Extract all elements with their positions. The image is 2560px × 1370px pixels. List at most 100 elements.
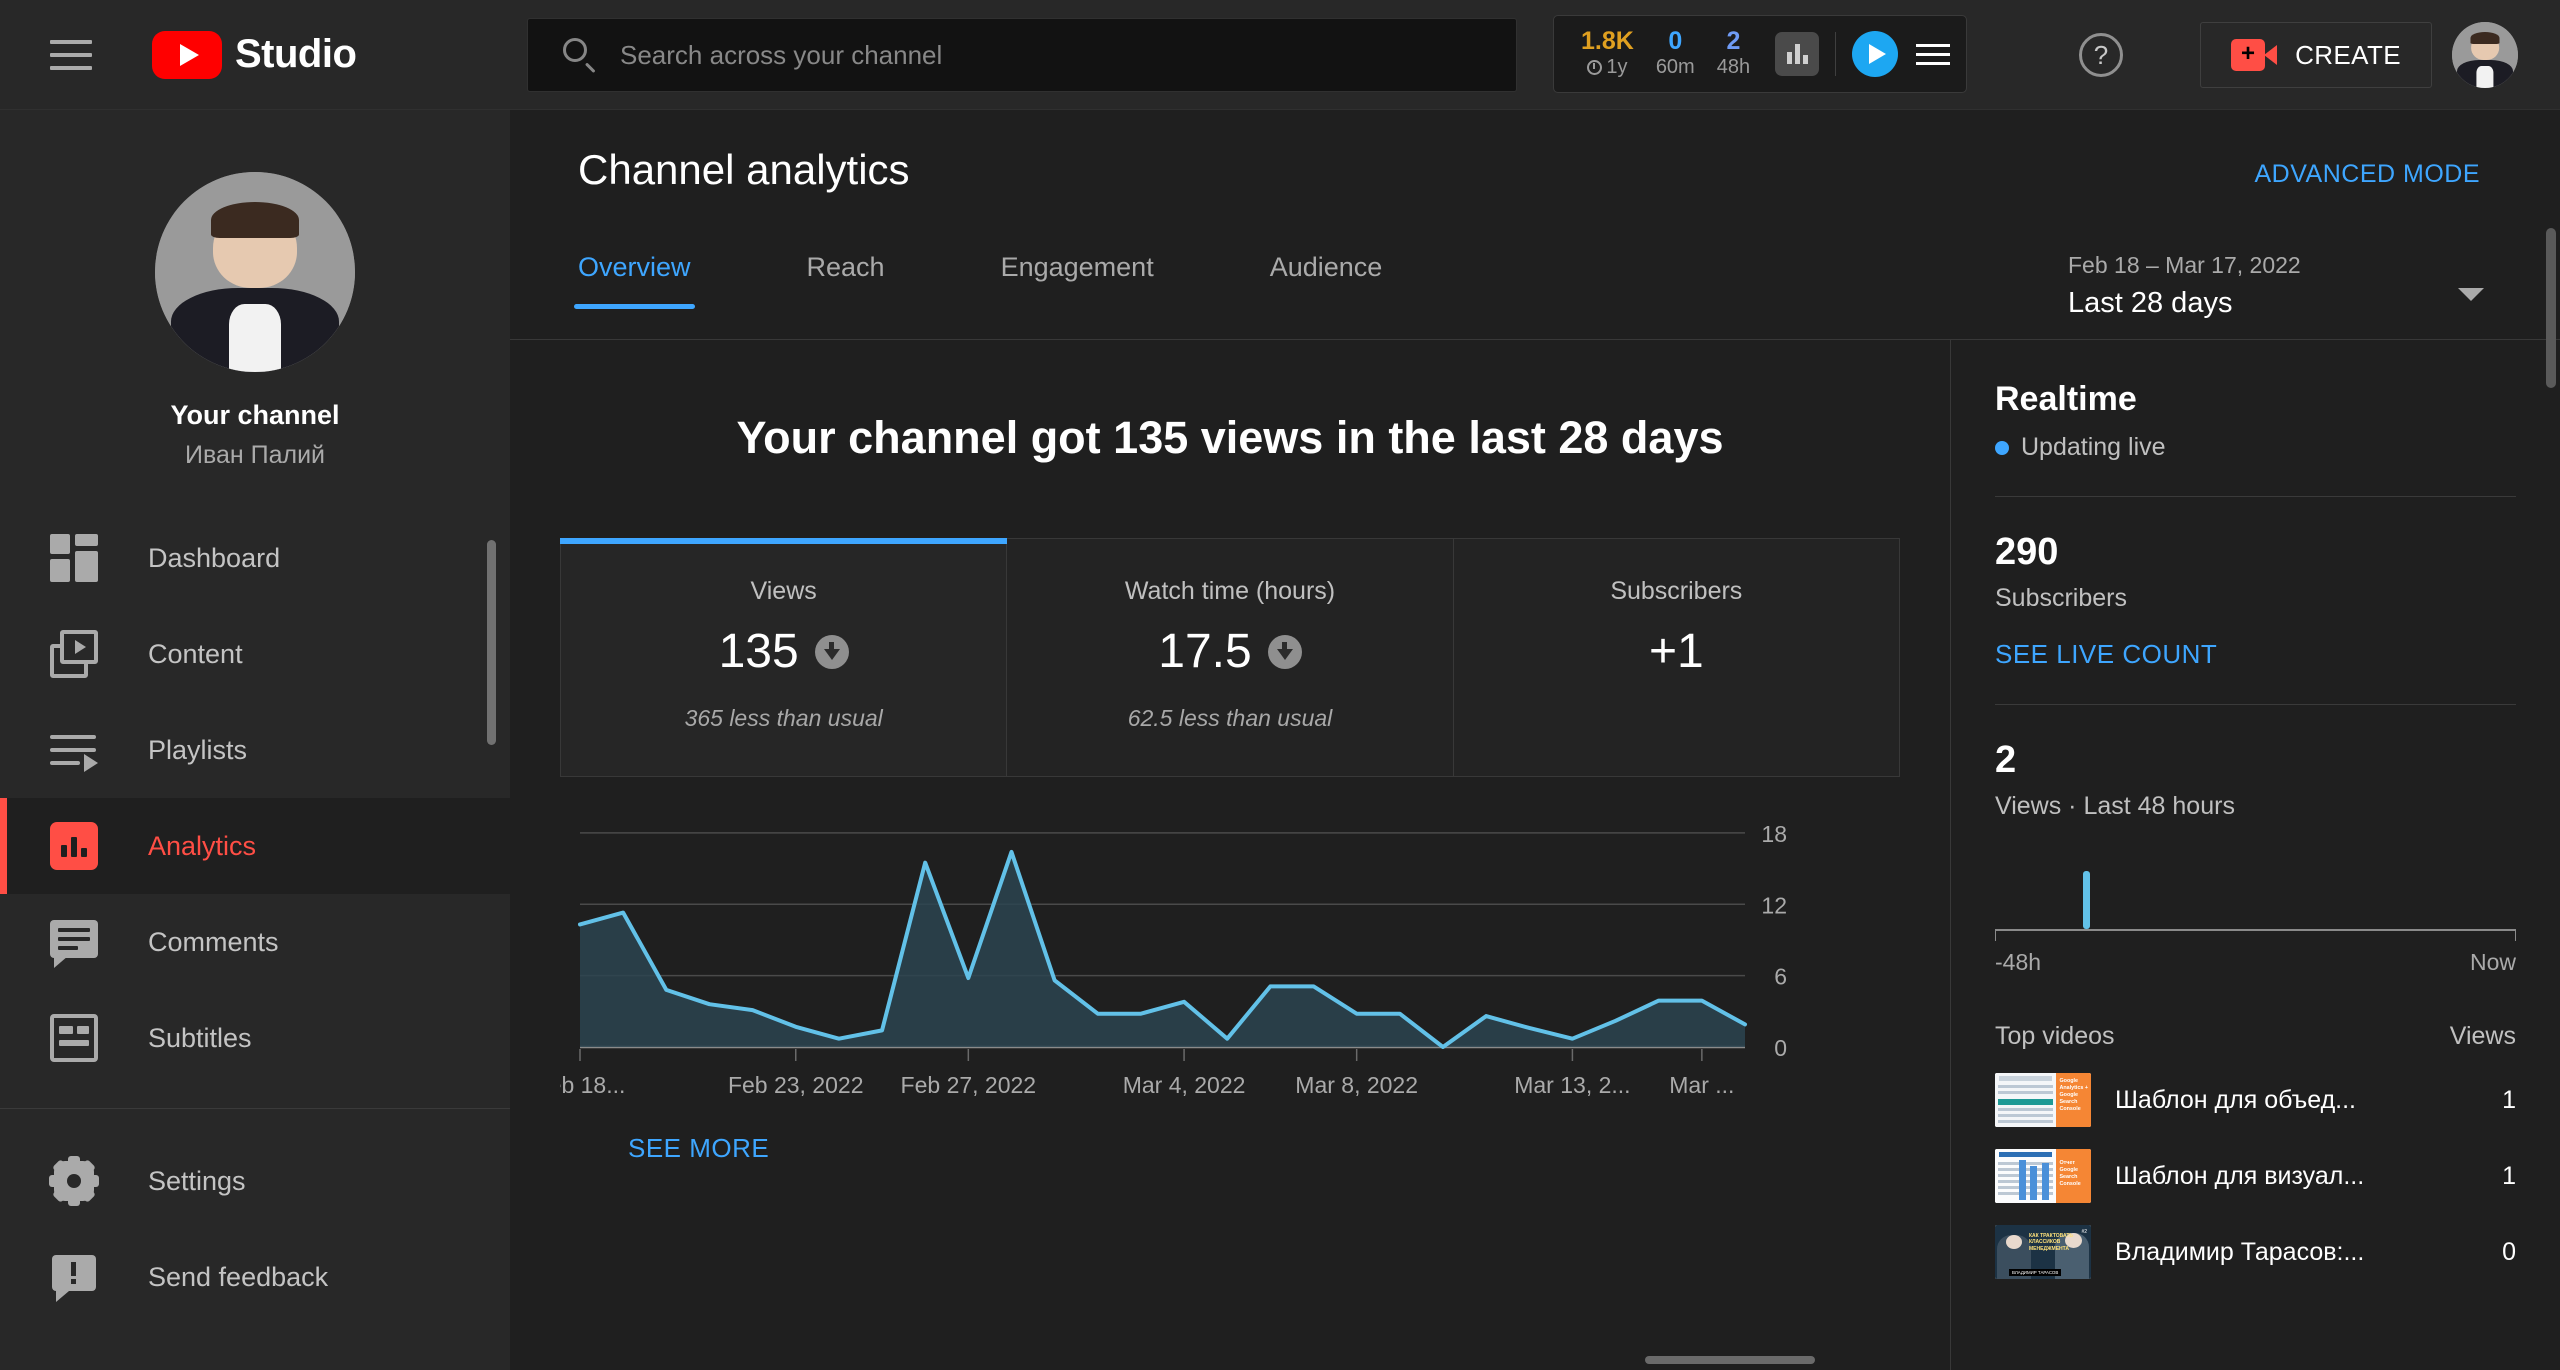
- metric-card-views-value: 135: [561, 624, 1006, 679]
- tab-reach[interactable]: Reach: [807, 230, 885, 309]
- channel-avatar[interactable]: [155, 172, 355, 372]
- metric-card-watch-time-value: 17.5: [1007, 624, 1452, 679]
- top-video-row-3[interactable]: КАК ТРАКТОВАТЬ КЛАССИКОВ МЕНЕДЖМЕНТА #2 …: [1995, 1225, 2516, 1279]
- channel-block[interactable]: Your channel Иван Палий: [0, 110, 510, 470]
- realtime-subscribers-label: Subscribers: [1995, 584, 2127, 612]
- metric-card-watch-time-note: 62.5 less than usual: [1127, 705, 1333, 731]
- trend-down-icon: [1267, 634, 1302, 669]
- metric-card-watch-time[interactable]: Watch time (hours) 17.5 62.5 less than u…: [1007, 539, 1454, 776]
- subscribers-number: +1: [1648, 625, 1704, 678]
- realtime-views-label: Views · Last 48 hours: [1995, 792, 2235, 820]
- vidiq-stat-48h[interactable]: 2 48h: [1706, 28, 1761, 79]
- vidiq-stat-1y[interactable]: 1.8K 1y: [1570, 28, 1645, 79]
- sidebar-scrollbar[interactable]: [487, 540, 496, 745]
- svg-text:Mar 13, 2...: Mar 13, 2...: [1514, 1072, 1630, 1098]
- advanced-mode-link[interactable]: ADVANCED MODE: [2254, 160, 2480, 189]
- vidiq-stat-1y-value: 1.8K: [1581, 27, 1634, 56]
- top-video-row-2[interactable]: Отчет Google Search Console Шаблон для в…: [1995, 1149, 2516, 1203]
- sidebar-item-settings-label: Settings: [148, 1165, 246, 1196]
- sidebar-item-analytics[interactable]: Analytics: [0, 798, 510, 894]
- metric-card-views[interactable]: Views 135 365 less than usual: [559, 538, 1008, 776]
- tab-overview[interactable]: Overview: [574, 230, 695, 309]
- chevron-down-icon[interactable]: [2458, 288, 2484, 301]
- tab-engagement[interactable]: Engagement: [1001, 230, 1154, 309]
- views-number: 135: [718, 625, 799, 678]
- svg-text:Feb 23, 2022: Feb 23, 2022: [728, 1072, 864, 1098]
- divider: [1995, 704, 2516, 705]
- top-videos-header: Top videos Views: [1995, 1022, 2516, 1051]
- live-dot-icon: [1995, 440, 2009, 455]
- sidebar-item-content[interactable]: Content: [0, 606, 510, 702]
- sidebar-nav: Dashboard Content Playlists Analytics Co…: [0, 510, 510, 1086]
- realtime-live-label: Updating live: [2021, 433, 2166, 461]
- horizontal-scrollbar[interactable]: [1645, 1356, 1815, 1364]
- create-button[interactable]: + CREATE: [2200, 22, 2432, 88]
- sidebar-item-subtitles[interactable]: Subtitles: [0, 990, 510, 1086]
- vidiq-stat-60m-value: 0: [1668, 27, 1683, 56]
- dashboard-icon: [50, 534, 98, 582]
- brand-label: Studio: [235, 32, 357, 76]
- sparkline-tick-right: [2515, 931, 2516, 941]
- content-columns: Your channel got 135 views in the last 2…: [510, 340, 2560, 1370]
- metric-card-views-label: Views: [750, 577, 817, 605]
- metric-card-subscribers[interactable]: Subscribers +1: [1453, 539, 1899, 776]
- main-content: Channel analytics ADVANCED MODE Overview…: [510, 110, 2560, 1370]
- youtube-studio-logo[interactable]: Studio: [152, 30, 357, 79]
- thumb-name-3: ВЛАДИМИР ТАРАСОВ: [2009, 1269, 2062, 1276]
- realtime-views-value: 2: [1995, 739, 2017, 781]
- sidebar-item-dashboard-label: Dashboard: [148, 542, 281, 573]
- overview-column: Your channel got 135 views in the last 2…: [510, 340, 1950, 1370]
- gear-icon: [49, 1156, 99, 1206]
- sidebar-nav-bottom: Settings Send feedback: [0, 1133, 510, 1325]
- top-video-row-1[interactable]: Google Analytics + Google Search Console…: [1995, 1073, 2516, 1127]
- content-video-icon: [50, 630, 98, 678]
- metric-card-subscribers-label: Subscribers: [1610, 577, 1743, 605]
- search-input[interactable]: [620, 39, 1516, 71]
- comments-icon: [50, 918, 98, 968]
- sparkline-axis-labels: -48h Now: [1995, 949, 2516, 976]
- see-more-link[interactable]: SEE MORE: [628, 1133, 769, 1164]
- svg-text:0: 0: [1774, 1035, 1787, 1061]
- page-title: Channel analytics: [578, 146, 910, 193]
- sidebar-item-comments[interactable]: Comments: [0, 894, 510, 990]
- help-icon[interactable]: ?: [2079, 33, 2123, 77]
- top-video-title-3: Владимир Тарасов:...: [2115, 1237, 2365, 1266]
- sidebar-item-analytics-label: Analytics: [148, 830, 257, 861]
- bar-chart-icon[interactable]: [1775, 32, 1820, 76]
- date-range-selector[interactable]: Feb 18 – Mar 17, 2022 Last 28 days: [2068, 252, 2488, 320]
- sidebar-item-send-feedback-label: Send feedback: [148, 1261, 329, 1292]
- sidebar-item-playlists[interactable]: Playlists: [0, 702, 510, 798]
- see-live-count-link[interactable]: SEE LIVE COUNT: [1995, 639, 2217, 670]
- menu-icon[interactable]: [50, 39, 92, 70]
- timer-icon: [1587, 59, 1603, 75]
- divider: [0, 1108, 510, 1109]
- search-bar[interactable]: [527, 18, 1517, 92]
- sidebar-item-settings[interactable]: Settings: [0, 1133, 510, 1229]
- vidiq-menu-icon[interactable]: [1916, 43, 1951, 65]
- svg-text:Mar 8, 2022: Mar 8, 2022: [1295, 1072, 1418, 1098]
- vidiq-stat-48h-value: 2: [1726, 27, 1741, 56]
- left-sidebar: Your channel Иван Палий Dashboard Conten…: [0, 110, 510, 1370]
- tab-audience[interactable]: Audience: [1270, 230, 1383, 309]
- views-chart[interactable]: 0 6 12 18 Feb 18... Feb 23, 2022 Feb 27, 2022…: [560, 811, 1900, 1163]
- metric-card-views-note: 365 less than usual: [684, 705, 883, 731]
- trend-down-icon: [814, 634, 849, 669]
- sparkline-axis: [1995, 929, 2516, 931]
- vidiq-widget[interactable]: 1.8K 1y 0 60m 2 48h: [1553, 15, 1968, 93]
- sparkline-label-left: -48h: [1995, 949, 2042, 975]
- vertical-scrollbar[interactable]: [2546, 228, 2556, 388]
- sidebar-item-dashboard[interactable]: Dashboard: [0, 510, 510, 606]
- vidiq-logo-icon[interactable]: [1852, 31, 1899, 77]
- vidiq-stat-60m[interactable]: 0 60m: [1645, 28, 1706, 79]
- top-video-title-2: Шаблон для визуал...: [2115, 1161, 2365, 1190]
- account-avatar[interactable]: [2452, 22, 2518, 88]
- channel-label: Your channel: [170, 400, 340, 430]
- metric-card-subscribers-value: +1: [1454, 624, 1899, 679]
- svg-text:Feb 27, 2022: Feb 27, 2022: [901, 1072, 1037, 1098]
- sidebar-item-playlists-label: Playlists: [148, 734, 248, 765]
- top-videos-views-label: Views: [2449, 1022, 2516, 1050]
- sidebar-item-send-feedback[interactable]: Send feedback: [0, 1229, 510, 1325]
- tabs-row: Overview Reach Engagement Audience Feb 1…: [510, 230, 2560, 340]
- realtime-sparkline: [1995, 851, 2516, 941]
- realtime-panel: Realtime Updating live 290 Subscribers S…: [1950, 340, 2560, 1370]
